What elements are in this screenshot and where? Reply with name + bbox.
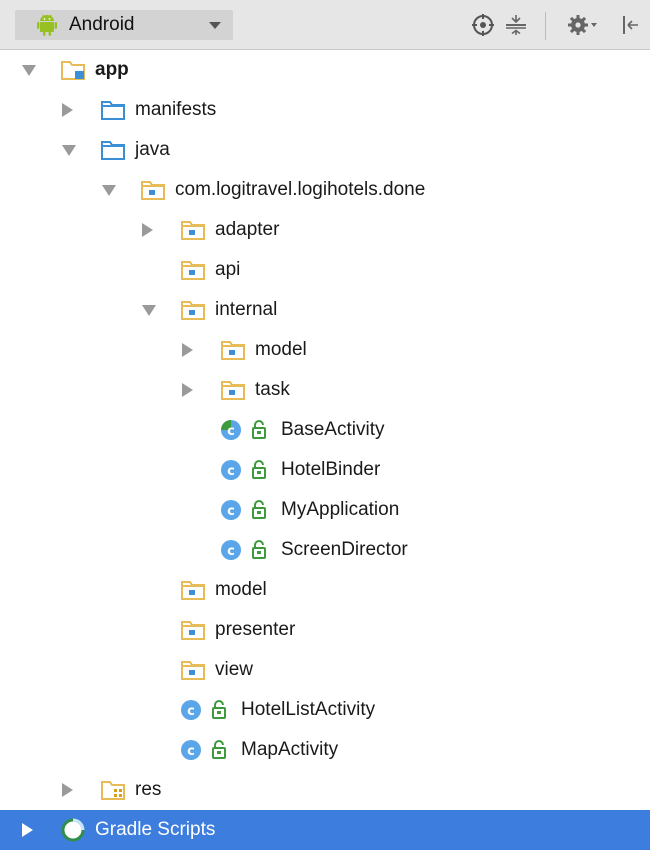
hide-panel-icon[interactable] [620,12,644,38]
tree-node-label: ScreenDirector [281,539,408,560]
gradle-icon [60,818,86,842]
tree-node-api[interactable]: api [0,250,650,290]
collapse-all-icon[interactable] [503,12,529,38]
package-icon [180,258,206,282]
package-icon [180,658,206,682]
expand-arrow-icon[interactable] [142,305,156,316]
abstract-class-icon: c [220,418,246,442]
class-icon: c [180,698,206,722]
chevron-down-icon [209,22,221,29]
package-icon [220,378,246,402]
public-access-icon [251,540,267,560]
folder-icon [100,138,126,162]
class-icon: c [220,458,246,482]
svg-text:c: c [227,464,235,479]
collapse-arrow-icon[interactable] [182,383,193,397]
package-icon [180,298,206,322]
folder-icon [100,98,126,122]
tree-node-hotelbinder[interactable]: c HotelBinder [0,450,650,490]
svg-text:c: c [227,504,235,519]
class-icon: c [180,738,206,762]
svg-text:c: c [187,744,195,759]
tree-node-internal[interactable]: internal [0,290,650,330]
tree-node-hotellistactivity[interactable]: c HotelListActivity [0,690,650,730]
tree-node-app[interactable]: app [0,50,650,90]
tree-node-label: res [135,779,162,800]
collapse-arrow-icon[interactable] [182,343,193,357]
expand-arrow-icon[interactable] [22,65,36,76]
public-access-icon [251,420,267,440]
tree-node-label: MyApplication [281,499,400,520]
collapse-arrow-icon[interactable] [62,103,73,117]
package-icon [140,178,166,202]
project-toolbar: Android [0,0,650,50]
tree-node-label: HotelListActivity [241,699,376,720]
tree-node-res[interactable]: res [0,770,650,810]
tree-node-label: task [255,379,290,400]
collapse-arrow-icon[interactable] [62,783,73,797]
resource-folder-icon [100,778,126,802]
view-selector-dropdown[interactable]: Android [15,10,233,40]
class-icon: c [220,498,246,522]
tree-node-label: BaseActivity [281,419,385,440]
expand-arrow-icon[interactable] [62,145,76,156]
tree-node-label: com.logitravel.logihotels.done [175,179,426,200]
tree-node-label: app [95,59,129,80]
tree-node-model[interactable]: model [0,570,650,610]
tree-node-label: MapActivity [241,739,339,760]
tree-node-label: HotelBinder [281,459,381,480]
public-access-icon [251,460,267,480]
tree-node-task[interactable]: task [0,370,650,410]
tree-node-gradle-scripts[interactable]: Gradle Scripts [0,810,650,850]
tree-node-presenter[interactable]: presenter [0,610,650,650]
package-icon [180,578,206,602]
tree-node-label: presenter [215,619,296,640]
public-access-icon [211,740,227,760]
public-access-icon [251,500,267,520]
tree-node-label: api [215,259,241,280]
svg-text:c: c [227,424,235,439]
locate-icon[interactable] [470,12,496,38]
tree-node-model[interactable]: model [0,330,650,370]
tree-node-com-logitravel-logihotels-done[interactable]: com.logitravel.logihotels.done [0,170,650,210]
tree-node-label: adapter [215,219,280,240]
tree-node-java[interactable]: java [0,130,650,170]
tree-node-label: manifests [135,99,217,120]
tree-node-label: view [215,659,254,680]
package-icon [180,218,206,242]
tree-node-view[interactable]: view [0,650,650,690]
tree-node-adapter[interactable]: adapter [0,210,650,250]
tree-node-screendirector[interactable]: c ScreenDirector [0,530,650,570]
tree-node-label: model [255,339,307,360]
toolbar-separator [545,12,546,40]
collapse-arrow-icon[interactable] [22,823,33,837]
tree-node-mapactivity[interactable]: c MapActivity [0,730,650,770]
settings-icon[interactable] [566,12,600,38]
tree-node-manifests[interactable]: manifests [0,90,650,130]
tree-node-label: Gradle Scripts [95,819,216,840]
package-icon [220,338,246,362]
view-selector-label: Android [69,14,135,35]
tree-node-label: model [215,579,267,600]
public-access-icon [211,700,227,720]
tree-node-myapplication[interactable]: c MyApplication [0,490,650,530]
svg-text:c: c [227,544,235,559]
tree-node-label: java [135,139,170,160]
collapse-arrow-icon[interactable] [142,223,153,237]
tree-node-label: internal [215,299,278,320]
expand-arrow-icon[interactable] [102,185,116,196]
package-icon [180,618,206,642]
class-icon: c [220,538,246,562]
svg-text:c: c [187,704,195,719]
android-icon [37,14,57,36]
module-folder-icon [60,58,86,82]
tree-node-baseactivity[interactable]: c BaseActivity [0,410,650,450]
